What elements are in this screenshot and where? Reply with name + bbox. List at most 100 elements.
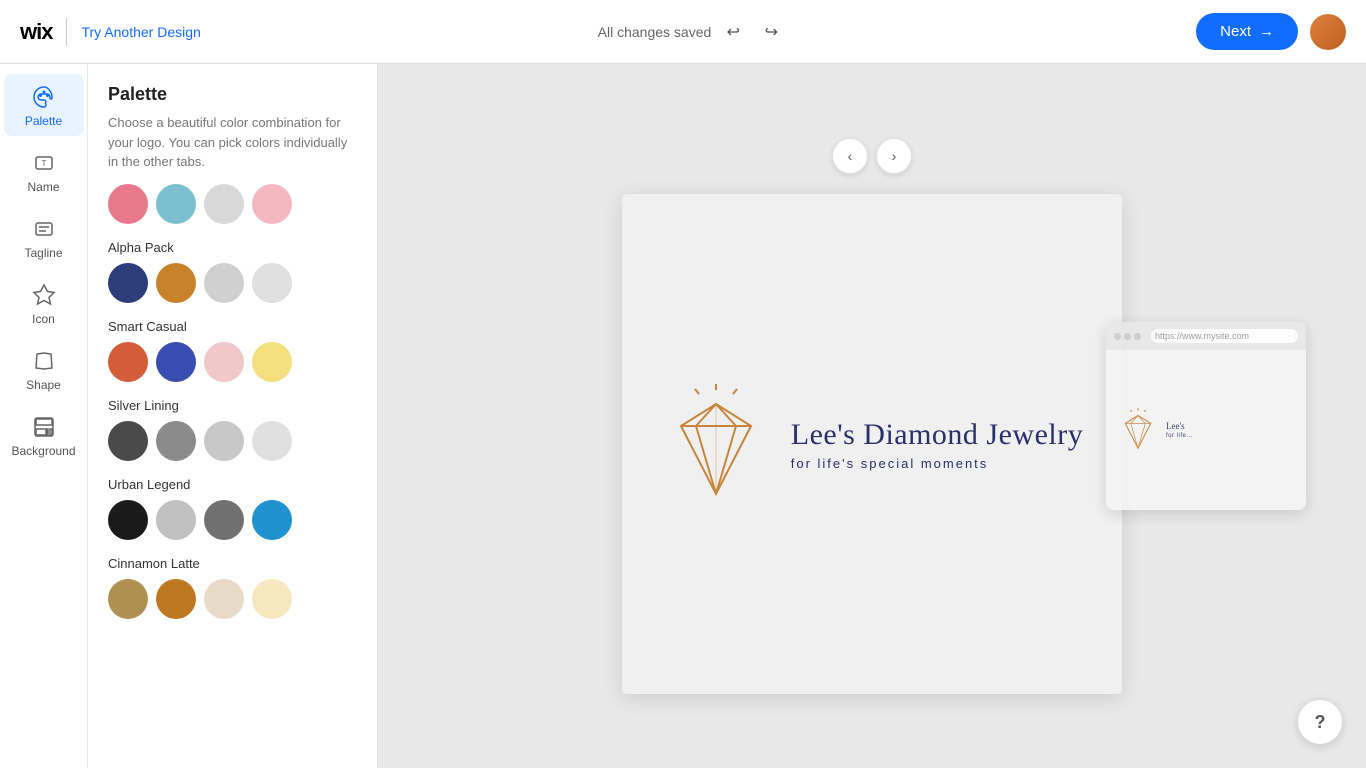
color-swatch-3-0[interactable] bbox=[108, 421, 148, 461]
icon-sidebar: Palette T Name Tagline bbox=[0, 64, 88, 768]
palette-list: Alpha Pack Smart Casual Silver Lining Urban… bbox=[88, 184, 377, 768]
sidebar-item-name[interactable]: T Name bbox=[4, 140, 84, 202]
diamond-icon bbox=[661, 384, 771, 504]
sidebar-item-icon[interactable]: Icon bbox=[4, 272, 84, 334]
name-icon: T bbox=[31, 150, 57, 176]
mini-text-group: Lee's for life... bbox=[1166, 421, 1193, 439]
color-swatch-3-3[interactable] bbox=[252, 421, 292, 461]
mini-sub-text: for life... bbox=[1166, 433, 1193, 439]
color-swatch-1-3[interactable] bbox=[252, 263, 292, 303]
header: wix Try Another Design All changes saved… bbox=[0, 0, 1366, 64]
color-swatch-0-3[interactable] bbox=[252, 184, 292, 224]
color-swatches-1 bbox=[108, 263, 357, 303]
color-swatch-2-3[interactable] bbox=[252, 342, 292, 382]
palette-panel: Palette Choose a beautiful color combina… bbox=[88, 64, 378, 768]
palette-group-name-4: Urban Legend bbox=[108, 477, 357, 492]
color-swatch-2-2[interactable] bbox=[204, 342, 244, 382]
palette-group-2: Smart Casual bbox=[108, 319, 357, 382]
color-swatches-5 bbox=[108, 579, 357, 619]
color-swatch-4-1[interactable] bbox=[156, 500, 196, 540]
avatar[interactable] bbox=[1310, 14, 1346, 50]
svg-text:T: T bbox=[41, 159, 46, 168]
color-swatch-2-1[interactable] bbox=[156, 342, 196, 382]
sidebar-item-tagline[interactable]: Tagline bbox=[4, 206, 84, 268]
sidebar-label-palette: Palette bbox=[25, 114, 62, 128]
color-swatch-4-3[interactable] bbox=[252, 500, 292, 540]
wix-logo: wix bbox=[20, 19, 52, 45]
sidebar-item-background[interactable]: Background bbox=[4, 404, 84, 466]
browser-url: https://www.mysite.com bbox=[1151, 329, 1298, 343]
logo-canvas: Lee's Diamond Jewelry for life's special… bbox=[622, 194, 1122, 694]
background-icon bbox=[31, 414, 57, 440]
palette-group-name-1: Alpha Pack bbox=[108, 240, 357, 255]
color-swatch-5-1[interactable] bbox=[156, 579, 196, 619]
sidebar-label-background: Background bbox=[11, 444, 75, 458]
browser-dot-2 bbox=[1124, 333, 1131, 340]
palette-group-1: Alpha Pack bbox=[108, 240, 357, 303]
logo-main-text: Lee's Diamond Jewelry bbox=[791, 418, 1083, 452]
palette-group-5: Cinnamon Latte bbox=[108, 556, 357, 619]
color-swatch-1-2[interactable] bbox=[204, 263, 244, 303]
try-another-design-button[interactable]: Try Another Design bbox=[81, 24, 200, 40]
main-layout: Palette T Name Tagline bbox=[0, 64, 1366, 768]
next-button[interactable]: Next → bbox=[1196, 13, 1298, 50]
browser-dot-3 bbox=[1134, 333, 1141, 340]
header-center: All changes saved ↩ ↪ bbox=[201, 16, 1184, 48]
palette-group-name-3: Silver Lining bbox=[108, 398, 357, 413]
color-swatch-1-0[interactable] bbox=[108, 263, 148, 303]
palette-title: Palette bbox=[108, 84, 357, 105]
color-swatch-0-0[interactable] bbox=[108, 184, 148, 224]
color-swatch-2-0[interactable] bbox=[108, 342, 148, 382]
color-swatches-4 bbox=[108, 500, 357, 540]
sidebar-item-shape[interactable]: Shape bbox=[4, 338, 84, 400]
palette-group-name-5: Cinnamon Latte bbox=[108, 556, 357, 571]
undo-button[interactable]: ↩ bbox=[717, 16, 749, 48]
sidebar-label-shape: Shape bbox=[26, 378, 61, 392]
header-divider bbox=[66, 18, 67, 46]
help-button[interactable]: ? bbox=[1298, 700, 1342, 744]
palette-group-name-2: Smart Casual bbox=[108, 319, 357, 334]
browser-preview: https://www.mysite.com Lee's bbox=[1106, 322, 1306, 510]
redo-button[interactable]: ↪ bbox=[755, 16, 787, 48]
color-swatch-3-1[interactable] bbox=[156, 421, 196, 461]
color-swatch-1-1[interactable] bbox=[156, 263, 196, 303]
logo-sub-text: for life's special moments bbox=[791, 456, 1083, 471]
color-swatch-4-2[interactable] bbox=[204, 500, 244, 540]
icon-icon bbox=[31, 282, 57, 308]
next-arrow-icon: → bbox=[1259, 23, 1274, 40]
logo-content: Lee's Diamond Jewelry for life's special… bbox=[661, 384, 1083, 504]
palette-icon bbox=[31, 84, 57, 110]
prev-arrow-button[interactable]: ‹ bbox=[832, 138, 868, 174]
browser-bar: https://www.mysite.com bbox=[1106, 322, 1306, 350]
color-swatch-0-2[interactable] bbox=[204, 184, 244, 224]
mini-main-text: Lee's bbox=[1166, 421, 1193, 431]
next-label: Next bbox=[1220, 23, 1251, 40]
color-swatch-5-2[interactable] bbox=[204, 579, 244, 619]
browser-dot-1 bbox=[1114, 333, 1121, 340]
color-swatch-3-2[interactable] bbox=[204, 421, 244, 461]
mini-diamond-icon bbox=[1118, 408, 1158, 452]
color-swatch-4-0[interactable] bbox=[108, 500, 148, 540]
canvas-area: ‹ › bbox=[378, 64, 1366, 768]
nav-arrows: ‹ › bbox=[832, 138, 912, 174]
color-swatch-0-1[interactable] bbox=[156, 184, 196, 224]
sidebar-label-tagline: Tagline bbox=[24, 246, 62, 260]
color-swatch-5-3[interactable] bbox=[252, 579, 292, 619]
browser-dots bbox=[1114, 333, 1141, 340]
color-swatches-3 bbox=[108, 421, 357, 461]
color-swatches-0 bbox=[108, 184, 357, 224]
sidebar-label-name: Name bbox=[27, 180, 59, 194]
palette-group-4: Urban Legend bbox=[108, 477, 357, 540]
palette-group-3: Silver Lining bbox=[108, 398, 357, 461]
browser-content: Lee's for life... bbox=[1106, 350, 1306, 510]
tagline-icon bbox=[31, 216, 57, 242]
shape-icon bbox=[31, 348, 57, 374]
color-swatches-2 bbox=[108, 342, 357, 382]
logo-area: wix bbox=[20, 19, 52, 45]
sidebar-item-palette[interactable]: Palette bbox=[4, 74, 84, 136]
palette-description: Choose a beautiful color combination for… bbox=[108, 113, 357, 172]
next-arrow-button[interactable]: › bbox=[876, 138, 912, 174]
color-swatch-5-0[interactable] bbox=[108, 579, 148, 619]
save-status: All changes saved bbox=[598, 24, 712, 40]
palette-header: Palette Choose a beautiful color combina… bbox=[88, 64, 377, 184]
